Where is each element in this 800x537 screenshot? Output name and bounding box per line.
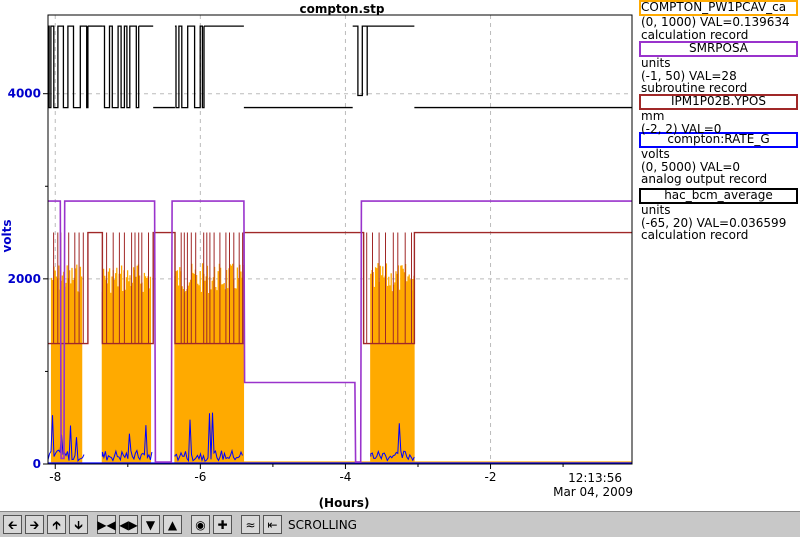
legend-units: units [641,57,671,70]
x-tick-label: -4 [339,470,351,484]
legend-entry[interactable]: compton:RATE_G volts (0, 5000) VAL=0 ana… [637,132,800,188]
return-icon: ⇤ [267,517,278,532]
legend-entry[interactable]: COMPTON_PW1PCAV_ca (0, 1000) VAL=0.13963… [637,0,800,41]
zoom-in-vertical-button[interactable]: ▼ [141,515,160,534]
series-hac_bcm_average-block [101,264,152,464]
legend-trace-name[interactable]: IPM1P02B.YPOS [639,94,798,110]
end-date-label: Mar 04, 2009 [553,485,633,499]
arrow-right-icon: 🡲 [29,517,40,532]
legend-record-type: subroutine record [641,82,748,95]
x-tick-label: -6 [194,470,206,484]
chart-title: compton.stp [299,2,384,16]
legend-trace-name[interactable]: SMRPOSA [639,41,798,57]
legend-trace-name[interactable]: COMPTON_PW1PCAV_ca [639,0,798,16]
arrow-down-icon: 🡳 [74,517,83,532]
mode-status: SCROLLING [288,517,357,532]
legend-entry[interactable]: SMRPOSA units (-1, 50) VAL=28 subroutine… [637,41,800,94]
series-hac_bcm_average-block [370,263,415,464]
legend-units: mm [641,110,665,123]
legend-record-type: calculation record [641,229,749,242]
legend-record-type: analog output record [641,173,768,186]
y-tick-label: 0 [33,457,41,471]
x-tick-label: -2 [485,470,497,484]
trace-legend: COMPTON_PW1PCAV_ca (0, 1000) VAL=0.13963… [637,0,800,244]
arrow-left-icon: 🡰 [7,517,18,532]
legend-units: volts [641,148,670,161]
time-scale-button[interactable]: ≈ [241,515,260,534]
legend-range: (-1, 50) VAL=28 [641,69,737,82]
legend-entry[interactable]: IPM1P02B.YPOS mm (-2, 2) VAL=0 [637,94,800,135]
legend-units: units [641,204,671,217]
add-trace-button[interactable]: ✚ [213,515,232,534]
series-hac_bcm_average-block [50,264,83,464]
y-tick-label: 2000 [8,272,41,286]
scroll-down-button[interactable]: 🡳 [69,515,88,534]
x-axis-label: (Hours) [319,496,370,510]
end-time-label: 12:13:56 [568,471,622,485]
zoom-out-horizontal-button[interactable]: ◀▶ [119,515,138,534]
zoom-in-horizontal-button[interactable]: ▶◀ [97,515,116,534]
legend-entry[interactable]: hac_bcm_average units (-65, 20) VAL=0.03… [637,188,800,244]
scroll-right-button[interactable]: 🡲 [25,515,44,534]
scroll-up-button[interactable]: 🡱 [47,515,66,534]
legend-range: (0, 5000) VAL=0 [641,160,741,173]
legend-record-type: calculation record [641,28,749,41]
waveform-icon: ≈ [245,517,256,532]
zoom-in-horizontal-icon: ▶◀ [97,517,116,532]
scroll-left-button[interactable]: 🡰 [3,515,22,534]
y-tick-label: 4000 [8,87,41,101]
time-back-button[interactable]: ⇤ [263,515,282,534]
arrow-up-icon: 🡱 [52,517,61,532]
zoom-out-vertical-button[interactable]: ▲ [163,515,182,534]
auto-scale-button[interactable]: ◉ [191,515,210,534]
toolbar: 🡰 🡲 🡱 🡳 ▶◀ ◀▶ ▼ ▲ ◉ ✚ ≈ ⇤ SCROLLING [0,511,800,537]
x-tick-label: -8 [49,470,61,484]
legend-trace-name[interactable]: hac_bcm_average [639,188,798,204]
zoom-out-vertical-icon: ▲ [167,517,178,532]
zoom-in-vertical-icon: ▼ [145,517,156,532]
legend-range: (-65, 20) VAL=0.036599 [641,216,787,229]
y-axis-label: volts [0,219,14,252]
plus-icon: ✚ [217,517,228,532]
target-icon: ◉ [195,517,206,532]
zoom-out-horizontal-icon: ◀▶ [119,517,138,532]
legend-range: (0, 1000) VAL=0.139634 [641,16,790,29]
